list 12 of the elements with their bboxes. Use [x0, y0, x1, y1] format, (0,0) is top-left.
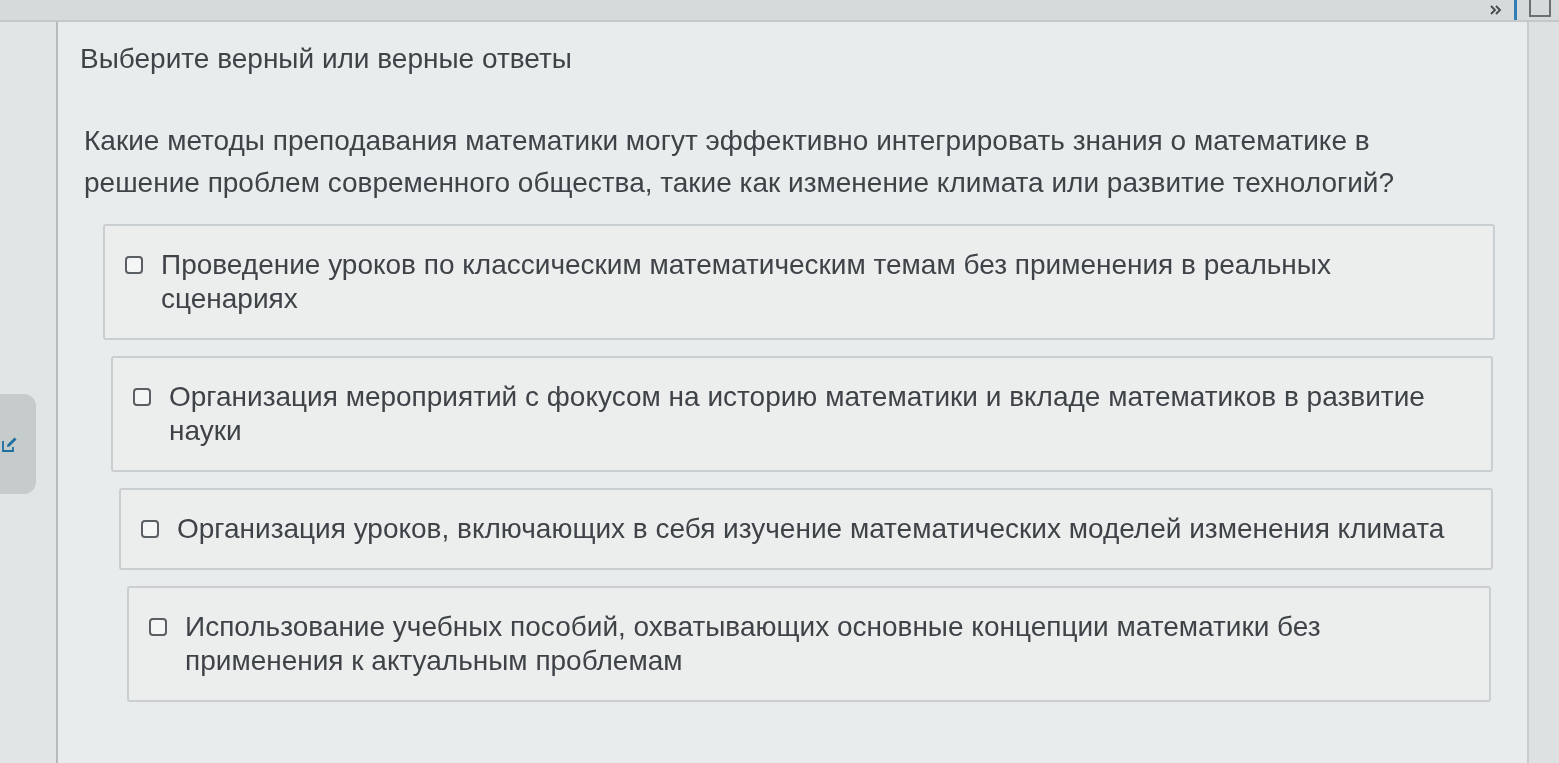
option-label[interactable]: Использование учебных пособий, охватывающих основные концепции математики без применения к актуальным проблемам: [185, 610, 1467, 678]
option-label[interactable]: Организация уроков, включающих в себя изучение математических моделей изменения климата: [177, 512, 1445, 546]
checkbox[interactable]: [149, 618, 167, 636]
edit-icon: [2, 436, 18, 452]
checkbox[interactable]: [133, 388, 151, 406]
question-text: Какие методы преподавания математики могут эффективно интегрировать знания о математике в решение проблем современного общества, такие как изменение климата или развитие технологий?: [84, 124, 1396, 200]
checkbox[interactable]: [141, 520, 159, 538]
double-chevron-icon[interactable]: [1490, 5, 1502, 15]
option-label[interactable]: Проведение уроков по классическим математическим темам без применения в реальных сценариях: [161, 248, 1471, 316]
checkbox[interactable]: [125, 256, 143, 274]
option-label[interactable]: Организация мероприятий с фокусом на историю математики и вкладе математиков в развитие науки: [169, 380, 1469, 448]
instruction-text: Выберите верный или верные ответы: [80, 42, 573, 76]
